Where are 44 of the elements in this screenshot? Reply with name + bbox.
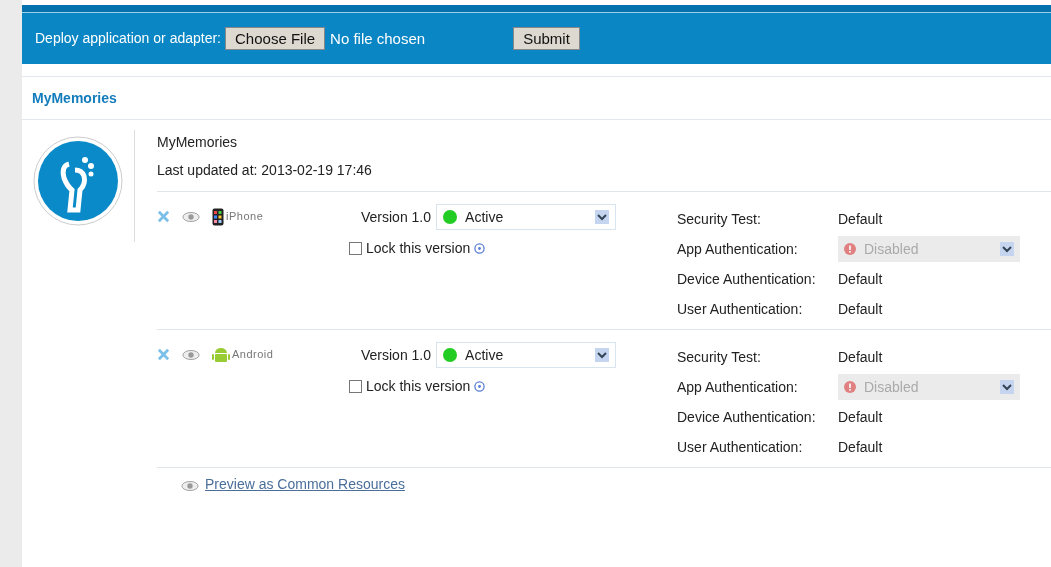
security-label: User Authentication: — [677, 301, 804, 317]
lock-label: Lock this version — [366, 378, 471, 394]
help-icon[interactable] — [474, 242, 486, 254]
version-label: Version 1.0 — [361, 347, 432, 363]
security-label: App Authentication: — [677, 241, 799, 257]
eye-icon[interactable] — [182, 211, 200, 223]
choose-file-button[interactable]: Choose File — [225, 26, 326, 50]
deploy-label: Deploy application or adapter: — [35, 30, 221, 46]
security-value: Default — [838, 301, 883, 317]
section-title: MyMemories — [22, 76, 1051, 120]
help-icon[interactable] — [474, 380, 486, 392]
status-select[interactable]: Active — [436, 204, 617, 230]
file-status: No file chosen — [330, 29, 426, 47]
eye-icon[interactable] — [182, 349, 200, 361]
phone-icon — [212, 208, 224, 226]
security-value: Default — [838, 349, 883, 365]
platform-name: iPhone — [226, 210, 264, 222]
lock-checkbox[interactable] — [349, 241, 362, 255]
delete-icon[interactable] — [157, 348, 170, 361]
eye-icon — [181, 479, 199, 492]
delete-icon[interactable] — [157, 210, 170, 223]
security-label: Device Authentication: — [677, 271, 817, 287]
warning-icon — [844, 243, 856, 255]
app-name: MyMemories — [157, 134, 239, 150]
security-label: App Authentication: — [677, 379, 799, 395]
app-logo-icon — [33, 136, 123, 226]
submit-button[interactable]: Submit — [513, 26, 580, 50]
platform-name: Android — [232, 348, 274, 360]
version-label: Version 1.0 — [361, 209, 432, 225]
lock-label: Lock this version — [366, 240, 471, 256]
warning-icon — [844, 381, 856, 393]
status-select[interactable]: Active — [436, 342, 617, 368]
lock-checkbox[interactable] — [349, 379, 362, 393]
security-value: Default — [838, 439, 883, 455]
security-value: Default — [838, 409, 883, 425]
security-label: Device Authentication: — [677, 409, 817, 425]
security-label: Security Test: — [677, 349, 762, 365]
security-label: Security Test: — [677, 211, 762, 227]
security-label: User Authentication: — [677, 439, 804, 455]
android-icon — [212, 346, 230, 364]
security-value: Default — [838, 271, 883, 287]
security-value: Default — [838, 211, 883, 227]
last-updated-text: Last updated at: 2013-02-19 17:46 — [157, 162, 1051, 192]
preview-link[interactable]: Preview as Common Resources — [205, 476, 405, 492]
